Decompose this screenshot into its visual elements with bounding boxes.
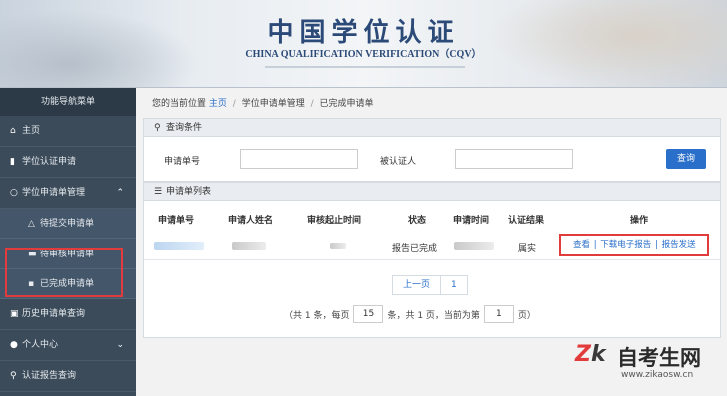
sidebar-item-history[interactable]: ▣ 历史申请单查询: [0, 299, 136, 330]
sidebar-item-profile[interactable]: ● 个人中心 ⌄: [0, 330, 136, 361]
query-button[interactable]: 查询: [666, 149, 706, 169]
certified-person-label: 被认证人: [380, 157, 417, 167]
document-icon: ▮: [10, 157, 15, 167]
breadcrumb-home-link[interactable]: 主页: [209, 99, 227, 109]
send-report-link[interactable]: 报告发送: [662, 240, 696, 250]
site-subtitle: CHINA QUALIFICATION VERIFICATION（CQV）: [245, 49, 482, 60]
user-icon: ●: [10, 340, 18, 350]
download-report-link[interactable]: 下载电子报告: [600, 240, 651, 250]
column-header: 申请时间: [453, 216, 490, 226]
column-header: 认证结果: [508, 216, 545, 226]
pagination: 上一页 1: [392, 275, 468, 295]
result-cell: 属实: [518, 244, 537, 254]
sidebar-subitem-draft[interactable]: △ 待提交申请单: [0, 209, 136, 239]
watermark-url: www.zikaosw.cn: [621, 370, 694, 380]
chevron-down-icon: ⌄: [116, 340, 124, 350]
column-header: 状态: [408, 216, 427, 226]
prev-page-button[interactable]: 上一页: [393, 276, 440, 294]
redacted-applicant-name: [232, 242, 266, 250]
watermark-logo: Zk: [575, 342, 606, 367]
operations-highlight: 查看 | 下载电子报告 | 报告发送: [559, 234, 709, 256]
search-icon: ⚲: [154, 123, 161, 133]
site-title: 中国学位认证: [267, 18, 460, 48]
sidebar-item-report-search[interactable]: ⚲ 认证报告查询: [0, 361, 136, 392]
watermark: Zk 自考生网 www.zikaosw.cn: [575, 340, 725, 392]
redacted-review-time: [330, 243, 346, 249]
redacted-apply-time: [454, 242, 494, 250]
page-1-button[interactable]: 1: [440, 276, 467, 294]
sidebar: 功能导航菜单 ⌂ 主页 ▮ 学位认证申请 ○ 学位申请单管理 ⌃ △ 待提交申请单 ▬ 待…: [0, 88, 136, 396]
sidebar-item-manage[interactable]: ○ 学位申请单管理 ⌃: [0, 178, 136, 209]
home-icon: ⌂: [10, 126, 16, 136]
per-page-input[interactable]: 15: [353, 305, 384, 323]
certified-person-input[interactable]: [455, 149, 573, 169]
status-cell: 报告已完成: [392, 244, 438, 254]
circle-icon: ○: [10, 188, 18, 198]
breadcrumb-level2: 学位申请单管理: [241, 99, 305, 109]
column-header: 申请人姓名: [228, 216, 274, 226]
column-header: 申请单号: [158, 216, 195, 226]
highlight-box-sidebar: [5, 248, 123, 297]
history-icon: ▣: [10, 309, 19, 319]
list-panel-header: ☰ 申请单列表: [144, 183, 720, 201]
column-header: 审核起止时间: [307, 216, 362, 226]
list-icon: ☰: [154, 187, 163, 197]
application-no-label: 申请单号: [164, 157, 201, 167]
breadcrumb-current: 已完成申请单: [319, 99, 374, 109]
sidebar-item-apply[interactable]: ▮ 学位认证申请: [0, 147, 136, 178]
warning-icon: △: [28, 219, 35, 229]
watermark-name: 自考生网: [617, 346, 701, 370]
view-link[interactable]: 查看: [573, 240, 590, 250]
pagination-info: （共 1 条，每页 15 条，共 1 页，当前为第 1 页）: [284, 305, 536, 323]
breadcrumb: 您的当前位置 主页 / 学位申请单管理 / 已完成申请单: [152, 99, 374, 109]
query-panel-header: ⚲ 查询条件: [144, 119, 720, 137]
header-banner: 中国学位认证 CHINA QUALIFICATION VERIFICATION（…: [0, 0, 727, 88]
search-icon: ⚲: [10, 371, 17, 381]
sidebar-heading: 功能导航菜单: [0, 88, 136, 116]
redacted-application-no[interactable]: [154, 242, 204, 250]
query-panel: ⚲ 查询条件 申请单号 被认证人 查询: [143, 118, 721, 182]
column-header: 操作: [630, 216, 649, 226]
sidebar-item-home[interactable]: ⌂ 主页: [0, 116, 136, 147]
page-number-input[interactable]: 1: [483, 305, 514, 323]
application-list-panel: ☰ 申请单列表 申请单号 申请人姓名 审核起止时间 状态 申请时间 认证结果 操作…: [143, 182, 721, 338]
chevron-up-icon: ⌃: [116, 188, 124, 198]
application-no-input[interactable]: [240, 149, 358, 169]
